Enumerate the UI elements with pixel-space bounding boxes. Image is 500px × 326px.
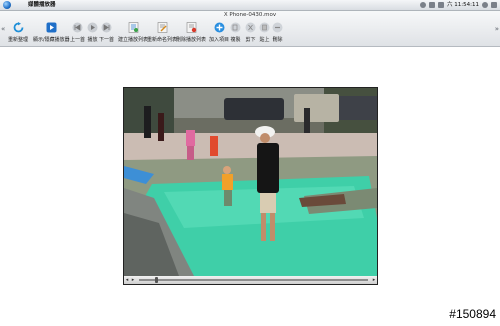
notification-icon[interactable] bbox=[429, 2, 436, 8]
app-name[interactable]: 媒體播放器 bbox=[28, 0, 56, 10]
delete-icon bbox=[272, 22, 283, 33]
watermark: #150894 bbox=[449, 307, 496, 321]
previous-button[interactable]: 上一首 bbox=[70, 20, 85, 44]
copy-icon bbox=[230, 22, 241, 33]
clock-text: 六 11:54:11 bbox=[447, 2, 479, 8]
toolbar: X Phone-0430.mov « » 重新整理 顯示/隱藏播放器 上一首 播… bbox=[0, 11, 500, 47]
user-icon[interactable] bbox=[420, 2, 427, 8]
paste-button[interactable]: 貼上 bbox=[259, 20, 270, 44]
delete-button[interactable]: 刪除 bbox=[272, 20, 283, 44]
paste-label: 貼上 bbox=[259, 37, 270, 43]
seek-bar[interactable] bbox=[139, 277, 368, 283]
play-small-icon[interactable]: ▸ bbox=[130, 277, 136, 283]
create-playlist-icon bbox=[128, 22, 139, 33]
status-area: 六 11:54:11 bbox=[420, 0, 497, 10]
add-item-icon bbox=[214, 22, 225, 33]
add-item-button[interactable]: 加入項目 bbox=[209, 20, 229, 44]
paste-icon bbox=[259, 22, 270, 33]
app-logo-icon[interactable] bbox=[3, 1, 11, 9]
refresh-button[interactable]: 重新整理 bbox=[8, 20, 28, 44]
video-frame-image bbox=[124, 88, 377, 276]
network-icon[interactable] bbox=[438, 2, 445, 8]
play-player-icon bbox=[46, 22, 57, 33]
refresh-label: 重新整理 bbox=[8, 37, 29, 43]
cut-label: 剪下 bbox=[245, 37, 256, 43]
add-item-label: 加入項目 bbox=[209, 37, 230, 43]
copy-label: 複製 bbox=[230, 37, 241, 43]
play-icon bbox=[87, 22, 98, 33]
rename-playlist-label: 重新命名列表 bbox=[147, 37, 178, 43]
menu-bar: 媒體播放器 六 11:54:11 bbox=[0, 0, 500, 11]
player-controls: ◂ ▸ ▸ bbox=[124, 276, 377, 284]
video-player[interactable]: ◂ ▸ ▸ bbox=[123, 87, 378, 285]
create-playlist-button[interactable]: 建立播放列表 bbox=[118, 20, 148, 44]
window-title: X Phone-0430.mov bbox=[223, 12, 277, 18]
next-button[interactable]: 下一首 bbox=[99, 20, 114, 44]
create-playlist-label: 建立播放列表 bbox=[118, 37, 149, 43]
fullscreen-icon[interactable]: ▸ bbox=[371, 277, 377, 283]
widgets-icon[interactable] bbox=[491, 2, 497, 8]
previous-label: 上一首 bbox=[70, 37, 86, 43]
play-label: 播放 bbox=[87, 37, 98, 43]
refresh-icon bbox=[13, 22, 24, 33]
toggle-player-button[interactable]: 顯示/隱藏播放器 bbox=[33, 20, 70, 44]
delete-playlist-icon bbox=[186, 22, 197, 33]
next-label: 下一首 bbox=[99, 37, 115, 43]
delete-playlist-button[interactable]: 刪除播放列表 bbox=[176, 20, 206, 44]
search-icon[interactable] bbox=[482, 2, 488, 8]
copy-button[interactable]: 複製 bbox=[230, 20, 241, 44]
scroll-right-icon[interactable]: » bbox=[495, 25, 499, 33]
scroll-left-icon[interactable]: « bbox=[1, 25, 5, 33]
previous-icon bbox=[72, 22, 83, 33]
delete-playlist-label: 刪除播放列表 bbox=[176, 37, 207, 43]
delete-label: 刪除 bbox=[272, 37, 283, 43]
cut-icon bbox=[245, 22, 256, 33]
cut-button[interactable]: 剪下 bbox=[245, 20, 256, 44]
next-icon bbox=[101, 22, 112, 33]
seek-knob[interactable] bbox=[155, 277, 159, 283]
play-button[interactable]: 播放 bbox=[87, 20, 98, 44]
rename-playlist-icon bbox=[157, 22, 168, 33]
toggle-player-label: 顯示/隱藏播放器 bbox=[33, 37, 70, 43]
rename-playlist-button[interactable]: 重新命名列表 bbox=[147, 20, 177, 44]
